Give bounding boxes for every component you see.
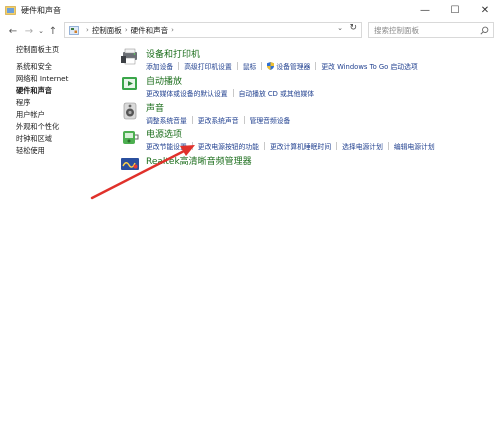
annotation-arrow [90,145,195,200]
control-panel-window: 硬件和声音 — ☐ ✕ ← → ⌄ ↑ › 控制面板 › 硬件和声音 › ⌄ ↻… [0,0,500,424]
